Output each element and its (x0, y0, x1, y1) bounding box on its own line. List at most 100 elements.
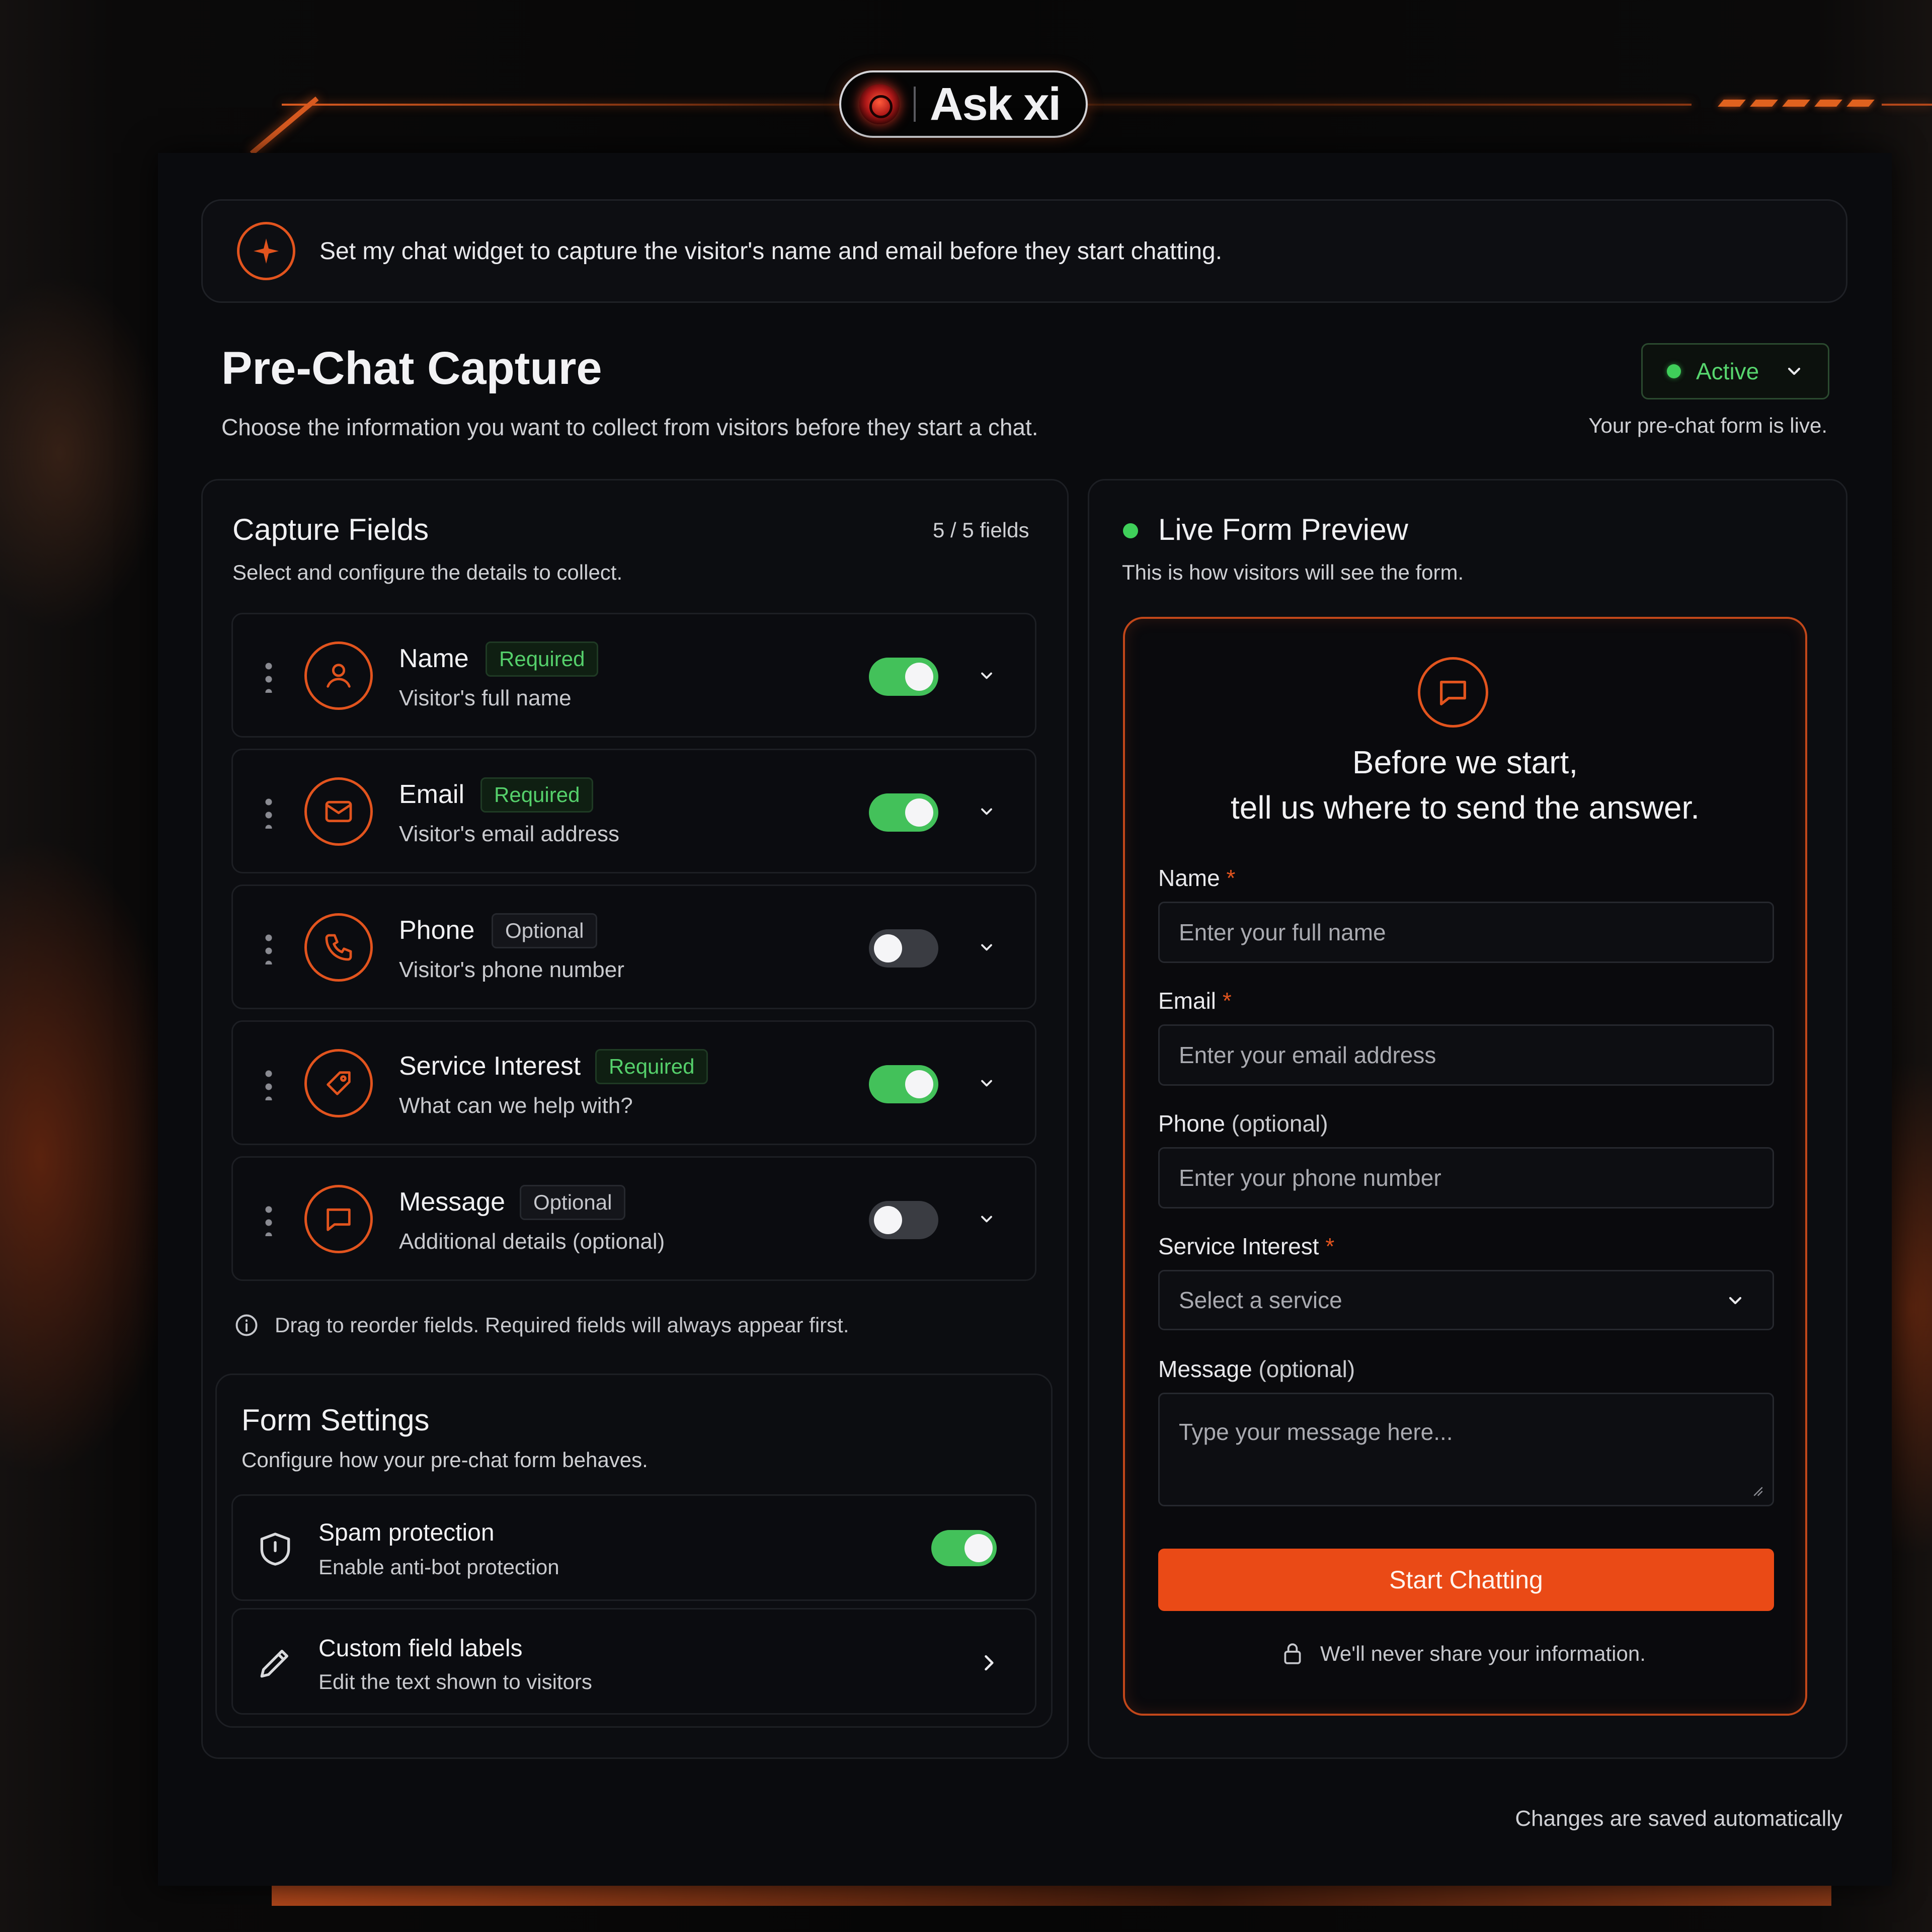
custom-field-labels-description: Edit the text shown to visitors (318, 1670, 592, 1694)
toggle-knob (874, 1206, 902, 1234)
resize-handle-icon[interactable] (1749, 1483, 1764, 1498)
brand-logo-icon (859, 84, 900, 124)
message-icon (304, 1185, 373, 1253)
brand-name: Ask xi (930, 78, 1061, 130)
frame-dash (1846, 100, 1875, 107)
field-toggle[interactable] (869, 1201, 938, 1239)
chevron-down-icon[interactable] (978, 1210, 996, 1228)
field-row-service-interest[interactable]: Service Interest Required What can we he… (231, 1020, 1036, 1145)
required-badge: Required (480, 777, 594, 813)
service-interest-label-text: Service Interest (1158, 1233, 1319, 1259)
phone-label-text: Phone (1158, 1110, 1226, 1137)
privacy-note-text: We'll never share your information. (1320, 1642, 1646, 1665)
toggle-knob (905, 798, 933, 827)
chevron-down-icon[interactable] (978, 1074, 996, 1092)
field-toggle[interactable] (869, 929, 938, 968)
field-row-message[interactable]: Message Optional Additional details (opt… (231, 1156, 1036, 1281)
drag-handle-icon[interactable] (261, 795, 279, 829)
chevron-down-icon[interactable] (978, 938, 996, 956)
reorder-hint-text: Drag to reorder fields. Required fields … (275, 1313, 849, 1337)
field-description: What can we help with? (399, 1093, 633, 1118)
drag-handle-icon[interactable] (261, 1067, 279, 1100)
toggle-knob (964, 1534, 993, 1562)
drag-handle-icon[interactable] (261, 931, 279, 964)
field-label: Email (399, 780, 465, 809)
chevron-down-icon[interactable] (978, 802, 996, 821)
form-settings-description: Configure how your pre-chat form behaves… (242, 1448, 648, 1472)
spam-protection-toggle[interactable] (931, 1530, 997, 1566)
required-asterisk: * (1226, 865, 1236, 891)
service-interest-placeholder: Select a service (1179, 1287, 1342, 1313)
page-title: Pre-Chat Capture (221, 343, 602, 394)
start-chatting-button[interactable]: Start Chatting (1158, 1549, 1774, 1611)
status-select[interactable]: Active (1641, 343, 1829, 399)
field-row-name[interactable]: Name Required Visitor's full name (231, 613, 1036, 738)
spam-protection-description: Enable anti-bot protection (318, 1555, 559, 1579)
pencil-icon (260, 1650, 288, 1678)
prompt-text: Set my chat widget to capture the visito… (319, 237, 1223, 265)
message-placeholder: Type your message here... (1179, 1419, 1453, 1445)
drag-handle-icon[interactable] (261, 660, 279, 693)
spam-protection-row: Spam protection Enable anti-bot protecti… (231, 1494, 1036, 1601)
chevron-right-icon (985, 1655, 994, 1671)
status-hint: Your pre-chat form is live. (1588, 414, 1827, 437)
field-row-phone[interactable]: Phone Optional Visitor's phone number (231, 884, 1036, 1009)
live-preview-title: Live Form Preview (1158, 513, 1408, 546)
name-input[interactable]: Enter your full name (1158, 902, 1774, 963)
optional-badge: Optional (520, 1185, 626, 1220)
service-interest-select[interactable]: Select a service (1158, 1270, 1774, 1330)
chevron-down-icon (1729, 1297, 1742, 1305)
frame-dash (1750, 100, 1778, 107)
drag-handle-icon[interactable] (261, 1203, 279, 1236)
frame-bottom-glow (272, 1886, 1831, 1906)
optional-suffix: (optional) (1258, 1356, 1355, 1382)
form-settings-title: Form Settings (242, 1403, 430, 1437)
required-badge: Required (486, 641, 599, 677)
service-interest-label: Service Interest * (1158, 1233, 1334, 1260)
capture-fields-title: Capture Fields (232, 513, 429, 546)
tag-icon (304, 1049, 373, 1117)
capture-fields-description: Select and configure the details to coll… (232, 560, 623, 584)
reorder-hint: Drag to reorder fields. Required fields … (233, 1312, 849, 1338)
custom-field-labels-label: Custom field labels (318, 1635, 523, 1662)
email-input[interactable]: Enter your email address (1158, 1024, 1774, 1086)
brand-divider (914, 87, 916, 122)
frame-dash (1718, 100, 1746, 107)
chevron-down-icon[interactable] (978, 667, 996, 685)
sparkle-icon (237, 222, 295, 280)
field-description: Visitor's email address (399, 822, 619, 846)
page-subtitle: Choose the information you want to colle… (221, 414, 1038, 440)
phone-input[interactable]: Enter your phone number (1158, 1147, 1774, 1209)
live-preview-description: This is how visitors will see the form. (1122, 560, 1464, 584)
field-toggle[interactable] (869, 658, 938, 696)
mail-icon (304, 777, 373, 846)
shield-icon (260, 1533, 290, 1566)
toggle-knob (905, 1070, 933, 1098)
privacy-note: We'll never share your information. (1280, 1641, 1646, 1666)
chevron-down-icon (1788, 367, 1801, 375)
lock-icon (1284, 1643, 1301, 1664)
message-label-text: Message (1158, 1356, 1252, 1382)
field-description: Visitor's phone number (399, 957, 624, 982)
custom-field-labels-row[interactable]: Custom field labels Edit the text shown … (231, 1608, 1036, 1715)
prompt-bar: Set my chat widget to capture the visito… (201, 199, 1847, 303)
phone-icon (304, 913, 373, 982)
field-description: Visitor's full name (399, 686, 572, 710)
optional-suffix: (optional) (1231, 1110, 1328, 1137)
field-toggle[interactable] (869, 793, 938, 832)
frame-line-left (282, 104, 840, 106)
field-label: Phone (399, 916, 475, 945)
frame-dash (1782, 100, 1810, 107)
field-toggle[interactable] (869, 1065, 938, 1103)
message-textarea[interactable]: Type your message here... (1158, 1393, 1774, 1506)
required-badge: Required (595, 1049, 708, 1084)
field-label: Name (399, 644, 469, 673)
required-asterisk: * (1325, 1233, 1335, 1259)
field-row-email[interactable]: Email Required Visitor's email address (231, 749, 1036, 873)
required-asterisk: * (1222, 988, 1232, 1014)
optional-badge: Optional (492, 913, 598, 948)
info-icon (235, 1314, 258, 1336)
name-label: Name * (1158, 864, 1235, 892)
field-label: Service Interest (399, 1052, 581, 1081)
frame-line-right (1088, 104, 1692, 106)
